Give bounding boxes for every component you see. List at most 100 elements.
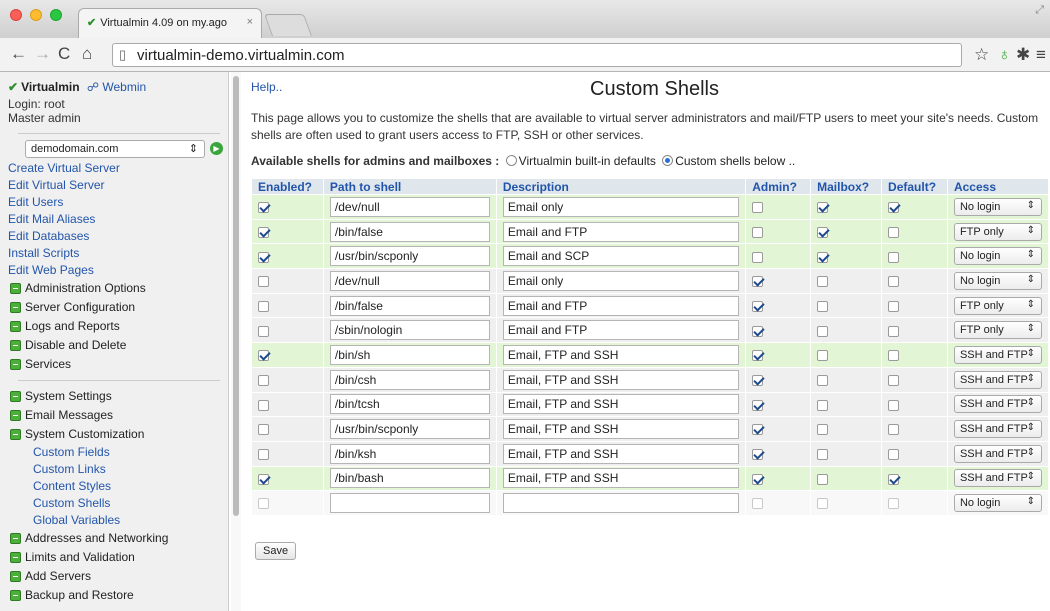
access-select[interactable]: FTP only ⇕ [953, 222, 1042, 241]
mailbox-checkbox[interactable] [817, 276, 829, 288]
admin-checkbox[interactable] [752, 350, 764, 362]
shell-path-input[interactable] [329, 419, 490, 440]
home-icon[interactable]: ⌂ [82, 44, 92, 64]
sidebar-link-create-virtual-server[interactable]: Create Virtual Server [8, 160, 228, 177]
settings-gear-icon[interactable]: ✱ [1016, 45, 1030, 65]
webmin-link[interactable]: ☍ Webmin [87, 80, 146, 94]
sidebar-sublink-custom-shells[interactable]: Custom Shells [8, 495, 228, 512]
domain-select[interactable]: demodomain.com ⇕ [25, 140, 205, 158]
shell-path-input[interactable] [329, 320, 490, 341]
default-checkbox[interactable] [888, 251, 900, 263]
enabled-checkbox[interactable] [258, 449, 269, 461]
go-button[interactable]: ▶ [210, 142, 223, 155]
mailbox-checkbox[interactable] [817, 399, 829, 411]
sidebar-sublink-custom-links[interactable]: Custom Links [8, 461, 228, 478]
admin-checkbox[interactable] [752, 202, 764, 214]
mailbox-checkbox[interactable] [817, 251, 829, 263]
shell-path-input[interactable] [329, 369, 490, 390]
shell-path-input[interactable] [329, 246, 490, 267]
shell-path-input[interactable] [329, 196, 490, 217]
fullscreen-icon[interactable]: ⤢ [1035, 4, 1044, 17]
shell-description-input[interactable] [502, 221, 740, 242]
shell-path-input[interactable] [329, 468, 490, 489]
access-select[interactable]: SSH and FTP ⇕ [953, 395, 1042, 414]
default-checkbox[interactable] [888, 374, 900, 386]
bookmark-star-icon[interactable]: ☆ [974, 45, 989, 65]
shell-description-input[interactable] [502, 320, 740, 341]
enabled-checkbox[interactable] [258, 498, 269, 510]
sidebar-link-edit-mail-aliases[interactable]: Edit Mail Aliases [8, 211, 228, 228]
sidebar-sublink-content-styles[interactable]: Content Styles [8, 478, 228, 495]
shell-description-input[interactable] [502, 270, 740, 291]
enabled-checkbox[interactable] [258, 350, 269, 362]
sidebar-section-add-servers[interactable]: Add Servers [8, 567, 228, 586]
access-select[interactable]: No login ⇕ [953, 271, 1042, 290]
enabled-checkbox[interactable] [258, 226, 269, 238]
scrollbar-thumb[interactable] [233, 76, 239, 516]
builtin-defaults-radio[interactable] [505, 155, 517, 166]
admin-checkbox[interactable] [752, 325, 764, 337]
enabled-checkbox[interactable] [258, 300, 269, 312]
default-checkbox[interactable] [888, 473, 900, 485]
enabled-checkbox[interactable] [258, 325, 269, 337]
admin-checkbox[interactable] [752, 473, 764, 485]
shell-description-input[interactable] [502, 468, 740, 489]
virtualmin-link[interactable]: Virtualmin [21, 80, 79, 94]
shell-path-input[interactable] [329, 221, 490, 242]
close-window-button[interactable] [10, 9, 22, 21]
mailbox-checkbox[interactable] [817, 300, 829, 312]
sidebar-section-backup-and-restore[interactable]: Backup and Restore [8, 586, 228, 605]
default-checkbox[interactable] [888, 350, 900, 362]
mailbox-checkbox[interactable] [817, 374, 829, 386]
admin-checkbox[interactable] [752, 498, 764, 510]
enabled-checkbox[interactable] [258, 276, 269, 288]
access-select[interactable]: FTP only ⇕ [953, 296, 1042, 315]
chevron-down-icon[interactable]: ✔ [8, 80, 18, 94]
default-checkbox[interactable] [888, 276, 900, 288]
sidebar-section-services[interactable]: Services [8, 355, 228, 374]
shell-description-input[interactable] [502, 246, 740, 267]
default-checkbox[interactable] [888, 449, 900, 461]
reload-icon[interactable]: C [58, 44, 70, 64]
default-checkbox[interactable] [888, 300, 900, 312]
sidebar-link-edit-users[interactable]: Edit Users [8, 194, 228, 211]
admin-checkbox[interactable] [752, 374, 764, 386]
maximize-window-button[interactable] [50, 9, 62, 21]
default-checkbox[interactable] [888, 498, 900, 510]
mailbox-checkbox[interactable] [817, 449, 829, 461]
access-select[interactable]: SSH and FTP ⇕ [953, 370, 1042, 389]
sidebar-section-disable-and-delete[interactable]: Disable and Delete [8, 336, 228, 355]
enabled-checkbox[interactable] [258, 251, 269, 263]
access-select[interactable]: No login ⇕ [953, 247, 1042, 266]
sidebar-link-edit-databases[interactable]: Edit Databases [8, 228, 228, 245]
access-select[interactable]: SSH and FTP ⇕ [953, 345, 1042, 364]
admin-checkbox[interactable] [752, 251, 764, 263]
sidebar-section-system-settings[interactable]: System Settings [8, 387, 228, 406]
shell-description-input[interactable] [502, 419, 740, 440]
shell-path-input[interactable] [329, 394, 490, 415]
shell-description-input[interactable] [502, 344, 740, 365]
shell-path-input[interactable] [329, 270, 490, 291]
default-checkbox[interactable] [888, 424, 900, 436]
shell-path-input[interactable] [329, 344, 490, 365]
minimize-window-button[interactable] [30, 9, 42, 21]
sidebar-sublink-custom-fields[interactable]: Custom Fields [8, 444, 228, 461]
access-select[interactable]: No login ⇕ [953, 197, 1042, 216]
mailbox-checkbox[interactable] [817, 473, 829, 485]
address-bar[interactable]: ▯ virtualmin-demo.virtualmin.com [112, 43, 962, 67]
admin-checkbox[interactable] [752, 300, 764, 312]
access-select[interactable]: FTP only ⇕ [953, 321, 1042, 340]
access-select[interactable]: SSH and FTP ⇕ [953, 444, 1042, 463]
sidebar-scrollbar[interactable] [231, 72, 241, 611]
sidebar-link-install-scripts[interactable]: Install Scripts [8, 245, 228, 262]
enabled-checkbox[interactable] [258, 473, 269, 485]
enabled-checkbox[interactable] [258, 202, 269, 214]
admin-checkbox[interactable] [752, 449, 764, 461]
enabled-checkbox[interactable] [258, 424, 269, 436]
shell-description-input[interactable] [502, 369, 740, 390]
mailbox-checkbox[interactable] [817, 325, 829, 337]
sidebar-sublink-global-variables[interactable]: Global Variables [8, 512, 228, 529]
mailbox-checkbox[interactable] [817, 424, 829, 436]
default-checkbox[interactable] [888, 399, 900, 411]
mailbox-checkbox[interactable] [817, 202, 829, 214]
